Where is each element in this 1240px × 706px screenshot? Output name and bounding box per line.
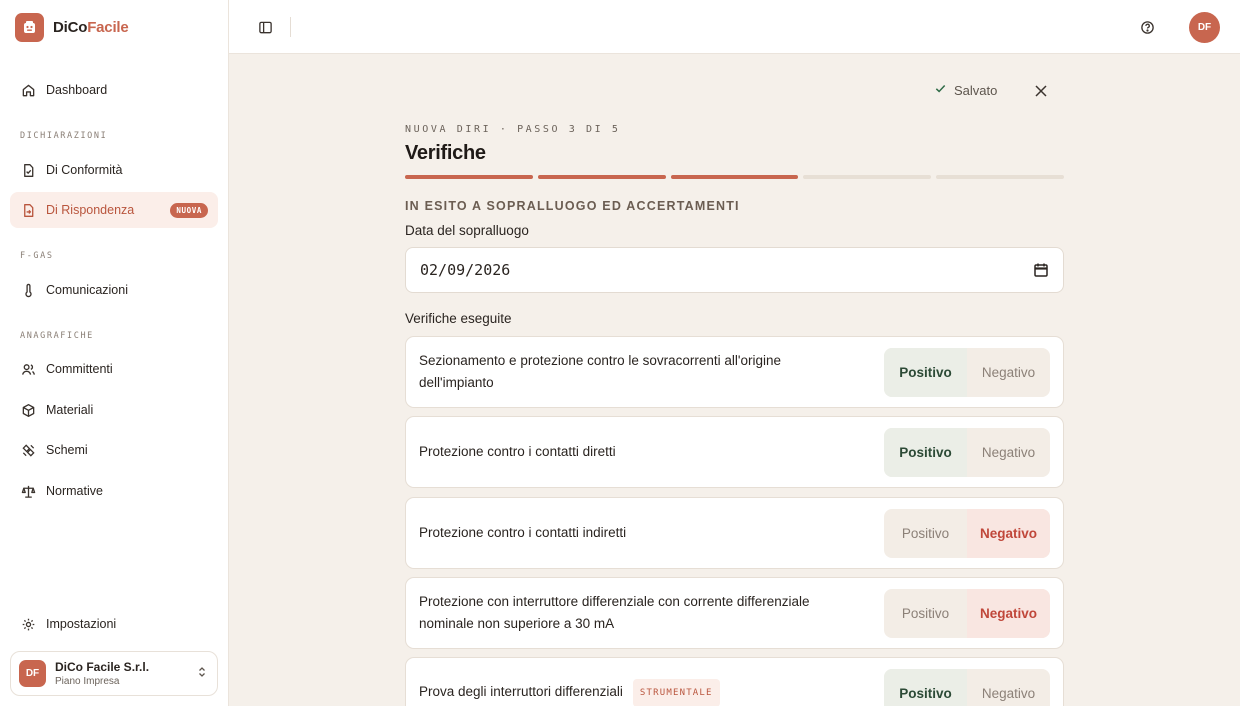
result-toggle: Positivo Negativo	[884, 348, 1050, 397]
document-check-icon	[20, 162, 36, 178]
sidebar-toggle-icon[interactable]	[256, 18, 274, 36]
sidebar-item-label: Dashboard	[46, 83, 108, 97]
help-icon[interactable]	[1138, 18, 1156, 36]
account-info: DiCo Facile S.r.l. Piano Impresa	[55, 660, 149, 687]
step-progress	[405, 175, 1064, 179]
gear-icon	[20, 616, 36, 632]
schema-icon	[20, 442, 36, 458]
close-icon[interactable]	[1032, 82, 1050, 100]
progress-step	[936, 175, 1064, 179]
chevron-up-down-icon	[196, 665, 208, 683]
saved-label: Salvato	[954, 82, 998, 98]
positive-option[interactable]: Positivo	[884, 509, 967, 558]
check-card: Protezione contro i contatti diretti Posi…	[405, 416, 1064, 488]
account-plan: Piano Impresa	[55, 676, 120, 687]
date-label: Data del sopralluogo	[405, 223, 529, 238]
account-name: DiCo Facile S.r.l.	[55, 660, 150, 674]
brand-name: DiCoFacile	[53, 19, 129, 36]
users-icon	[20, 361, 36, 377]
account-switcher[interactable]: DF DiCo Facile S.r.l. Piano Impresa	[10, 651, 218, 696]
check-card: Sezionamento e protezione contro le sovr…	[405, 336, 1064, 408]
check-card: Protezione con interruttore differenzial…	[405, 577, 1064, 649]
check-text: Prova degli interruttori differenziali	[419, 684, 623, 699]
sidebar-item-label: Normative	[46, 484, 103, 498]
check-label: Protezione con interruttore differenzial…	[419, 591, 859, 635]
positive-option[interactable]: Positivo	[884, 669, 967, 706]
sidebar-item-label: Impostazioni	[46, 617, 117, 631]
nav-section-title: DICHIARAZIONI	[20, 131, 108, 141]
negative-option[interactable]: Negativo	[967, 589, 1050, 638]
nav-section-title: ANAGRAFICHE	[20, 331, 94, 341]
brand[interactable]: DiCoFacile	[15, 13, 129, 42]
negative-option[interactable]: Negativo	[967, 669, 1050, 706]
sidebar: DiCoFacile Dashboard DICHIARAZIONI Di Co…	[0, 0, 229, 706]
progress-step	[405, 175, 533, 179]
check-label: Prova degli interruttori differenziali ST…	[419, 679, 859, 706]
topbar: DF	[229, 0, 1240, 54]
box-icon	[20, 402, 36, 418]
divider	[290, 17, 291, 37]
negative-option[interactable]: Negativo	[967, 348, 1050, 397]
check-label: Protezione contro i contatti indiretti	[419, 522, 859, 544]
calendar-icon[interactable]	[1033, 262, 1049, 278]
result-toggle: Positivo Negativo	[884, 589, 1050, 638]
check-text: Sezionamento e protezione contro le sovr…	[419, 353, 782, 390]
check-icon	[934, 82, 947, 98]
checks-label: Verifiche eseguite	[405, 311, 512, 326]
sidebar-item-dashboard[interactable]: Dashboard	[10, 72, 218, 108]
sidebar-item-committenti[interactable]: Committenti	[10, 351, 218, 387]
account-avatar: DF	[19, 660, 46, 687]
negative-option[interactable]: Negativo	[967, 509, 1050, 558]
date-value: 02/09/2026	[420, 261, 511, 279]
check-card: Protezione contro i contatti indiretti Po…	[405, 497, 1064, 569]
sidebar-item-label: Schemi	[46, 443, 88, 457]
check-text: Protezione con interruttore differenzial…	[419, 594, 810, 631]
brand-logo-icon	[15, 13, 44, 42]
sidebar-item-impostazioni[interactable]: Impostazioni	[10, 606, 218, 642]
sidebar-item-label: Materiali	[46, 403, 94, 417]
sidebar-item-comunicazioni[interactable]: Comunicazioni	[10, 272, 218, 308]
sidebar-item-di-rispondenza[interactable]: Di Rispondenza NUOVA	[10, 192, 218, 228]
page-title: Verifiche	[405, 142, 486, 164]
inspection-date-input[interactable]: 02/09/2026	[405, 247, 1064, 293]
new-badge: NUOVA	[170, 202, 208, 218]
sidebar-item-materiali[interactable]: Materiali	[10, 392, 218, 428]
negative-option[interactable]: Negativo	[967, 428, 1050, 477]
section-title: IN ESITO A SOPRALLUOGO ED ACCERTAMENTI	[405, 199, 740, 213]
sidebar-item-label: Di Rispondenza	[46, 203, 135, 217]
scale-icon	[20, 483, 36, 499]
sidebar-item-label: Di Conformità	[46, 163, 123, 177]
result-toggle: Positivo Negativo	[884, 669, 1050, 706]
check-text: Protezione contro i contatti diretti	[419, 444, 616, 459]
progress-step	[670, 175, 799, 179]
progress-step	[803, 175, 932, 179]
check-card: Prova degli interruttori differenziali ST…	[405, 657, 1064, 706]
progress-step	[537, 175, 666, 179]
positive-option[interactable]: Positivo	[884, 428, 967, 477]
user-avatar[interactable]: DF	[1189, 12, 1220, 43]
step-indicator: NUOVA DIRI · PASSO 3 DI 5	[405, 124, 621, 135]
main-content: Salvato NUOVA DIRI · PASSO 3 DI 5 Verifi…	[229, 54, 1240, 706]
thermometer-icon	[20, 282, 36, 298]
positive-option[interactable]: Positivo	[884, 589, 967, 638]
check-label: Sezionamento e protezione contro le sovr…	[419, 350, 859, 394]
document-arrow-icon	[20, 202, 36, 218]
home-icon	[20, 82, 36, 98]
sidebar-item-label: Comunicazioni	[46, 283, 128, 297]
sidebar-item-schemi[interactable]: Schemi	[10, 432, 218, 468]
result-toggle: Positivo Negativo	[884, 509, 1050, 558]
sidebar-item-label: Committenti	[46, 362, 113, 376]
saved-status: Salvato	[934, 82, 997, 98]
sidebar-item-normative[interactable]: Normative	[10, 473, 218, 509]
check-tag: STRUMENTALE	[632, 679, 720, 706]
check-label: Protezione contro i contatti diretti	[419, 441, 859, 463]
nav-section-title: F-GAS	[20, 251, 54, 261]
sidebar-item-di-conformita[interactable]: Di Conformità	[10, 152, 218, 188]
check-text: Protezione contro i contatti indiretti	[419, 525, 627, 540]
result-toggle: Positivo Negativo	[884, 428, 1050, 477]
positive-option[interactable]: Positivo	[884, 348, 967, 397]
